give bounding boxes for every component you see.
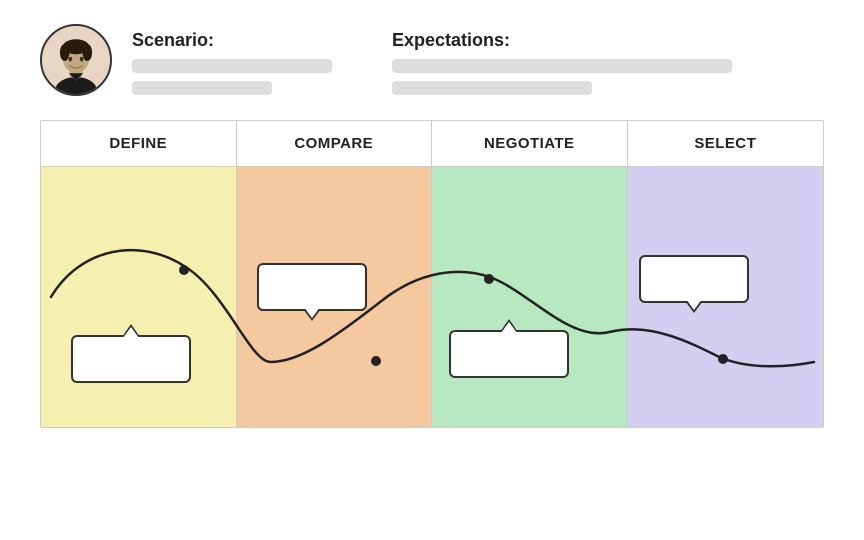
scenario-section: Scenario: (132, 30, 332, 95)
bubble-select (639, 255, 749, 303)
dot-define (179, 265, 189, 275)
avatar (40, 24, 112, 96)
table-body (41, 167, 823, 427)
header-info: Scenario: Expectations: (132, 24, 824, 95)
col-header-select: SELECT (628, 121, 824, 166)
scenario-line-2 (132, 81, 272, 95)
cell-define (41, 167, 237, 427)
bubble-negotiate (449, 330, 569, 378)
col-header-negotiate: NEGOTIATE (432, 121, 628, 166)
expectations-line-1 (392, 59, 732, 73)
scenario-label: Scenario: (132, 30, 332, 51)
dot-negotiate (484, 274, 494, 284)
col-header-compare: COMPARE (237, 121, 433, 166)
table-header-row: DEFINE COMPARE NEGOTIATE SELECT (41, 121, 823, 167)
dot-select (718, 354, 728, 364)
col-header-define: DEFINE (41, 121, 237, 166)
bubble-compare (257, 263, 367, 311)
dot-compare (371, 356, 381, 366)
bubble-define (71, 335, 191, 383)
journey-table: DEFINE COMPARE NEGOTIATE SELECT (40, 120, 824, 428)
scenario-line-1 (132, 59, 332, 73)
expectations-line-2 (392, 81, 592, 95)
expectations-label: Expectations: (392, 30, 732, 51)
expectations-section: Expectations: (392, 30, 732, 95)
header: Scenario: Expectations: (40, 24, 824, 96)
cell-negotiate (432, 167, 628, 427)
